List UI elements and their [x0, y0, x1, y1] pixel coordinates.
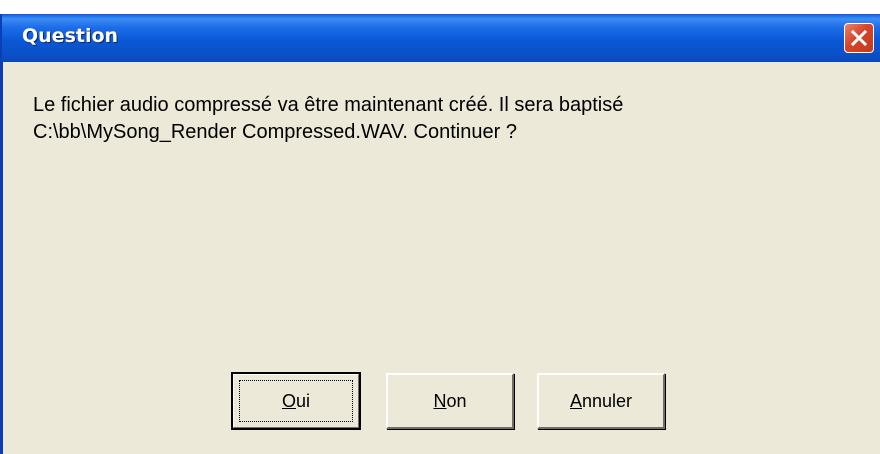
dialog-message: Le fichier audio compressé va être maint… — [33, 92, 853, 146]
message-line-2: C:\bb\MySong_Render Compressed.WAV. Cont… — [33, 121, 517, 143]
dialog-title: Question — [22, 25, 119, 47]
cancel-button[interactable]: Annuler — [537, 373, 665, 429]
background-window-strip — [0, 0, 880, 14]
yes-button[interactable]: Oui — [231, 372, 361, 430]
close-icon — [851, 30, 867, 46]
close-button[interactable] — [844, 23, 874, 53]
no-button[interactable]: Non — [386, 373, 514, 429]
dialog-window: Question Le fichier audio compressé va ê… — [0, 0, 880, 454]
cancel-button-label: Annuler — [569, 391, 633, 411]
no-button-label: Non — [433, 391, 467, 411]
title-bar[interactable]: Question — [0, 14, 880, 62]
yes-button-label: Oui — [281, 391, 311, 411]
message-line-1: Le fichier audio compressé va être maint… — [33, 94, 624, 116]
dialog-body: Le fichier audio compressé va être maint… — [0, 62, 880, 454]
